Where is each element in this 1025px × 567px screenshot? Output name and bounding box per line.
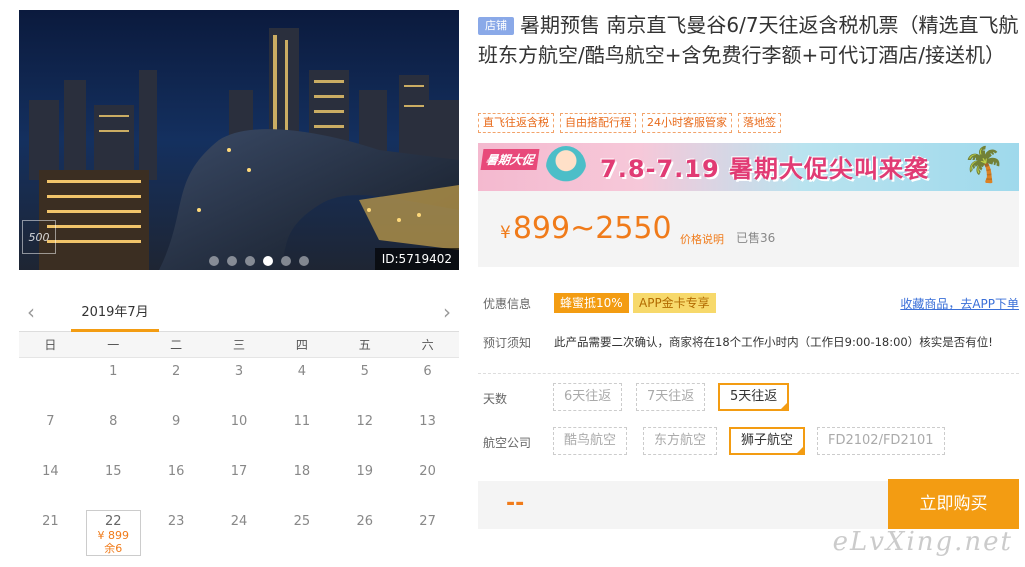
calendar-day: 10 xyxy=(230,414,248,429)
calendar-day: 3 xyxy=(234,364,244,379)
notice-label: 预订须知 xyxy=(483,336,532,350)
calendar-day: 17 xyxy=(230,464,248,479)
airline-option-kuniao[interactable]: 酷鸟航空 xyxy=(553,427,628,455)
calendar-day: 15 xyxy=(105,464,122,479)
flight-number-option[interactable]: FD2102/FD2101 xyxy=(817,427,945,455)
days-option-5-selected[interactable]: 5天往返 xyxy=(718,383,790,411)
calendar-day: 19 xyxy=(356,464,373,479)
calendar-day: 25 xyxy=(293,514,311,529)
chevron-right-icon[interactable]: › xyxy=(443,300,451,324)
benefit-label: 优惠信息 xyxy=(483,297,532,311)
product-hero-image[interactable]: 500 ID:5719402 xyxy=(19,10,459,270)
carousel-dot[interactable] xyxy=(245,256,255,266)
feature-tags: 直飞往返含税 自由搭配行程 24小时客服管家 落地签 xyxy=(478,113,781,133)
calendar-day: 8 xyxy=(109,414,118,429)
promo-tag: 暑期大促 xyxy=(480,149,540,170)
calendar-day: 20 xyxy=(419,464,436,479)
calendar-day: 11 xyxy=(293,414,311,429)
product-title: 店铺 暑期预售 南京直飞曼谷6/7天往返含税机票（精选直飞航班东方航空/酷鸟航空+… xyxy=(478,10,1021,70)
selected-day-number: 22 xyxy=(105,514,122,529)
days-option-7[interactable]: 7天往返 xyxy=(636,383,706,411)
date-calendar: ‹ 2019年7月 › 日 一 二 三 四 五 六 1 2 3 4 5 6 7 … xyxy=(19,296,459,567)
calendar-day: 13 xyxy=(419,414,436,429)
chevron-left-icon[interactable]: ‹ xyxy=(27,300,35,324)
image-id-label: ID:5719402 xyxy=(374,248,459,270)
buy-now-button[interactable]: 立即购买 xyxy=(888,479,1019,529)
weekday-label: 三 xyxy=(232,338,245,352)
price-range-value: 899~2550 xyxy=(512,211,672,246)
site-watermark: eLvXing.net xyxy=(832,527,1013,557)
carousel-dot[interactable] xyxy=(227,256,237,266)
airline-option-lion-selected[interactable]: 狮子航空 xyxy=(729,427,806,455)
calendar-day: 2 xyxy=(171,364,181,379)
calendar-day-selected[interactable]: 22 ¥ 899 余6 xyxy=(85,510,141,556)
currency-symbol: ¥ xyxy=(500,223,511,243)
days-option-6[interactable]: 6天往返 xyxy=(553,383,623,411)
airline-option-eastern[interactable]: 东方航空 xyxy=(643,427,718,455)
promo-text: 7.8-7.19 暑期大促尖叫来袭 xyxy=(600,155,930,183)
weekday-label: 五 xyxy=(358,338,371,352)
feature-tag: 直飞往返含税 xyxy=(478,113,554,133)
section-divider xyxy=(478,373,1019,374)
feature-tag: 落地签 xyxy=(738,113,781,133)
calendar-day: 5 xyxy=(360,364,369,379)
sold-count: 已售36 xyxy=(736,231,776,245)
airline-label: 航空公司 xyxy=(483,436,532,450)
calendar-weekdays: 日 一 二 三 四 五 六 xyxy=(19,332,459,358)
calendar-day: 6 xyxy=(423,364,432,379)
shop-badge[interactable]: 店铺 xyxy=(478,17,514,35)
price-box: ¥899~2550 价格说明 已售36 xyxy=(478,191,1019,267)
palm-tree-icon: 🌴 xyxy=(962,145,1005,185)
calendar-day: 14 xyxy=(42,464,59,479)
calendar-day: 18 xyxy=(293,464,311,479)
calendar-day: 7 xyxy=(46,414,55,429)
buy-bar: -- 立即购买 xyxy=(478,479,1019,529)
calendar-day: 12 xyxy=(356,414,373,429)
honey-discount-badge: 蜂蜜抵10% xyxy=(554,293,629,313)
weekday-label: 六 xyxy=(421,338,434,352)
calendar-day: 23 xyxy=(167,514,185,529)
carousel-dots[interactable] xyxy=(209,256,309,266)
selected-day-price: ¥ 899 xyxy=(97,529,130,542)
carousel-dot[interactable] xyxy=(209,256,219,266)
calendar-month-tab[interactable]: 2019年7月 xyxy=(71,296,159,332)
calendar-header: ‹ 2019年7月 › xyxy=(19,296,459,332)
selected-day-stock: 余6 xyxy=(104,542,123,555)
calendar-day: 26 xyxy=(356,514,373,529)
price-note-link[interactable]: 价格说明 xyxy=(680,231,724,247)
total-price-placeholder: -- xyxy=(506,491,525,516)
city-night-illustration xyxy=(19,10,459,270)
feature-tag: 自由搭配行程 xyxy=(560,113,636,133)
price-range: ¥899~2550 xyxy=(500,211,672,246)
days-label: 天数 xyxy=(483,392,508,406)
product-info-panel: 店铺 暑期预售 南京直飞曼谷6/7天往返含税机票（精选直飞航班东方航空/酷鸟航空+… xyxy=(478,10,1021,529)
summer-promo-banner[interactable]: 暑期大促 7.8-7.19 暑期大促尖叫来袭 🌴 xyxy=(478,143,1019,191)
app-gold-card-badge: APP金卡专享 xyxy=(633,293,716,313)
weekday-label: 二 xyxy=(170,338,183,352)
calendar-day: 1 xyxy=(109,364,118,379)
favorite-app-link[interactable]: 收藏商品，去APP下单 xyxy=(900,295,1019,312)
notice-text: 此产品需要二次确认，商家将在18个工作小时内（工作日9:00-18:00）核实是… xyxy=(554,335,993,349)
carousel-dot[interactable] xyxy=(281,256,291,266)
weekday-label: 日 xyxy=(44,338,57,352)
calendar-day: 24 xyxy=(230,514,248,529)
feature-tag: 24小时客服管家 xyxy=(642,113,732,133)
carousel-dot-active[interactable] xyxy=(263,256,273,266)
weekday-label: 一 xyxy=(107,338,120,352)
calendar-day: 9 xyxy=(171,414,181,429)
carousel-dot[interactable] xyxy=(299,256,309,266)
product-title-text: 暑期预售 南京直飞曼谷6/7天往返含税机票（精选直飞航班东方航空/酷鸟航空+含免… xyxy=(478,13,1019,67)
calendar-day: 16 xyxy=(167,464,185,479)
calendar-day xyxy=(19,358,82,408)
promo-character-icon xyxy=(546,146,586,188)
calendar-day: 4 xyxy=(297,364,306,379)
calendar-day: 21 xyxy=(42,514,59,529)
hero-logo: 500 xyxy=(22,220,56,254)
weekday-label: 四 xyxy=(295,338,308,352)
calendar-grid: 1 2 3 4 5 6 7 8 9 10 11 12 13 14 15 16 1… xyxy=(19,358,459,558)
calendar-day: 27 xyxy=(419,514,436,529)
